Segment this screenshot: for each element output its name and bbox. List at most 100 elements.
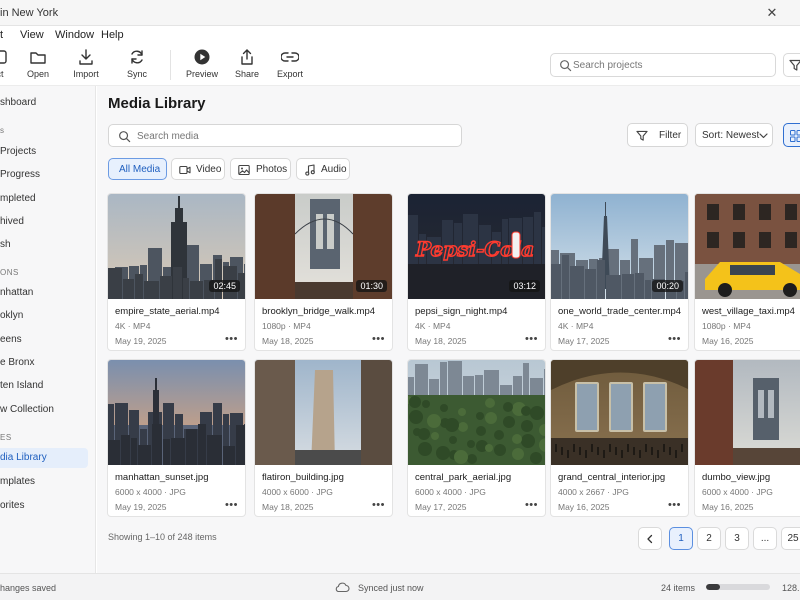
media-date: May 19, 2025 <box>115 336 167 346</box>
more-options-icon[interactable]: ••• <box>525 333 538 345</box>
sidebar-item-brooklyn[interactable]: oklyn <box>0 306 88 326</box>
media-thumbnail[interactable] <box>255 360 392 465</box>
menu-item-file[interactable]: t <box>0 29 3 41</box>
media-meta: 4K · MP4 <box>115 321 151 331</box>
media-date: May 17, 2025 <box>558 336 610 346</box>
window-title: in New York <box>0 7 59 19</box>
prev-page-button[interactable] <box>638 527 662 550</box>
sidebar-item-the-bronx[interactable]: e Bronx <box>0 353 88 373</box>
sort-dropdown[interactable]: Sort: Newest <box>695 123 773 147</box>
chip-audio[interactable]: Audio <box>296 158 350 180</box>
media-card[interactable]: grand_central_interior.jpg 4000 x 2667 · … <box>550 359 689 517</box>
close-window-icon[interactable]: ✕ <box>762 5 782 21</box>
sidebar-item-queens[interactable]: eens <box>0 330 88 350</box>
media-date: May 18, 2025 <box>262 502 314 512</box>
project-search-input[interactable]: Search projects <box>550 53 776 77</box>
media-date: May 17, 2025 <box>415 502 467 512</box>
media-card[interactable]: 02:45 empire_state_aerial.mp4 4K · MP4 May … <box>107 193 246 351</box>
media-filename: central_park_aerial.jpg <box>415 472 512 483</box>
media-card[interactable]: 00:20 one_world_trade_center.mp4 4K · MP4 M… <box>550 193 689 351</box>
media-date: May 18, 2025 <box>262 336 314 346</box>
chip-photos[interactable]: Photos <box>230 158 291 180</box>
media-filename: dumbo_view.jpg <box>702 472 771 483</box>
page-button-3[interactable]: 3 <box>725 527 749 550</box>
sidebar-item-dashboard[interactable]: shboard <box>0 93 88 113</box>
sidebar-item-in-progress[interactable]: Progress <box>0 165 88 185</box>
media-card[interactable]: flatiron_building.jpg 4000 x 6000 · JPG Ma… <box>254 359 393 517</box>
chip-video[interactable]: Video <box>171 158 225 180</box>
sidebar-item-trash[interactable]: sh <box>0 235 88 255</box>
sidebar-item-archived[interactable]: hived <box>0 212 88 232</box>
media-thumbnail[interactable] <box>695 194 800 299</box>
sidebar-item-completed[interactable]: mpleted <box>0 189 88 209</box>
media-thumbnail[interactable] <box>551 360 688 465</box>
cloud-icon <box>335 582 350 593</box>
sort-dropdown-label: Sort: Newest <box>702 130 760 141</box>
grid-icon <box>790 130 800 142</box>
media-card[interactable]: west_village_taxi.mp4 1080p · MP4 May 16, … <box>694 193 800 351</box>
media-filename: manhattan_sunset.jpg <box>115 472 209 483</box>
duration-badge: 00:20 <box>652 280 683 292</box>
media-card[interactable]: 01:30 brooklyn_bridge_walk.mp4 1080p · MP4… <box>254 193 393 351</box>
page-title: Media Library <box>108 95 206 112</box>
media-thumbnail[interactable] <box>108 360 245 465</box>
sidebar-section-header: s <box>0 126 5 135</box>
media-card[interactable]: central_park_aerial.jpg 6000 x 4000 · JPG… <box>407 359 546 517</box>
project-filter-button[interactable] <box>783 53 800 77</box>
duration-badge: 02:45 <box>209 280 240 292</box>
more-options-icon[interactable]: ••• <box>372 333 385 345</box>
media-card[interactable]: dumbo_view.jpg 6000 x 4000 · JPG May 16, 2… <box>694 359 800 517</box>
photo-icon <box>238 164 250 176</box>
sync-icon <box>131 50 143 64</box>
more-options-icon[interactable]: ••• <box>225 499 238 511</box>
search-icon <box>119 131 131 143</box>
media-search-placeholder: Search media <box>137 131 199 142</box>
folder-icon <box>30 52 46 64</box>
media-date: May 16, 2025 <box>702 502 754 512</box>
sync-button[interactable]: Sync <box>112 48 162 79</box>
media-thumbnail[interactable] <box>408 360 545 465</box>
media-filename: one_world_trade_center.mp4 <box>558 306 682 317</box>
sidebar-item-templates[interactable]: mplates <box>0 472 88 492</box>
menu-item-view[interactable]: View <box>20 29 44 41</box>
chevron-left-icon <box>647 534 653 544</box>
preview-button[interactable]: Preview <box>177 48 227 79</box>
sidebar: shboard s Projects Progress mpleted hive… <box>0 86 96 573</box>
video-icon <box>179 165 191 175</box>
more-options-icon[interactable]: ••• <box>225 333 238 345</box>
sidebar-item-new-collection[interactable]: w Collection <box>0 400 88 420</box>
more-options-icon[interactable]: ••• <box>372 499 385 511</box>
new-project-icon <box>0 50 7 64</box>
sidebar-item-staten-island[interactable]: ten Island <box>0 376 88 396</box>
chip-all-media[interactable]: All Media <box>108 158 167 180</box>
open-button[interactable]: Open <box>13 48 63 79</box>
media-filename: grand_central_interior.jpg <box>558 472 666 483</box>
media-search-input[interactable]: Search media <box>108 124 462 147</box>
filter-button[interactable]: Filter <box>627 123 688 147</box>
sidebar-item-all-projects[interactable]: Projects <box>0 142 88 162</box>
sidebar-item-media-library[interactable]: dia Library <box>0 448 88 468</box>
page-button-25[interactable]: 25 <box>781 527 800 550</box>
menu-item-help[interactable]: Help <box>101 29 124 41</box>
media-meta: 6000 x 4000 · JPG <box>702 487 773 497</box>
more-options-icon[interactable]: ••• <box>668 499 681 511</box>
more-options-icon[interactable]: ••• <box>525 499 538 511</box>
media-thumbnail[interactable] <box>695 360 800 465</box>
media-card[interactable]: manhattan_sunset.jpg 6000 x 4000 · JPG May… <box>107 359 246 517</box>
media-filename: flatiron_building.jpg <box>262 472 344 483</box>
page-button-1[interactable]: 1 <box>669 527 693 550</box>
media-card[interactable]: Pepsi-Cola 03:12 pepsi_sign_night.mp4 4K · … <box>407 193 546 351</box>
sidebar-item-manhattan[interactable]: nhattan <box>0 283 88 303</box>
page-button-2[interactable]: 2 <box>697 527 721 550</box>
sidebar-item-favorites[interactable]: orites <box>0 496 88 516</box>
import-button[interactable]: Import <box>61 48 111 79</box>
media-date: May 18, 2025 <box>415 336 467 346</box>
export-icon <box>281 52 299 62</box>
more-options-icon[interactable]: ••• <box>668 333 681 345</box>
media-date: May 16, 2025 <box>558 502 610 512</box>
grid-view-button[interactable] <box>783 123 800 147</box>
export-button[interactable]: Export <box>265 48 315 79</box>
duration-badge: 03:12 <box>509 280 540 292</box>
menu-item-window[interactable]: Window <box>55 29 94 41</box>
status-bar: hanges saved Synced just now 24 items 12… <box>0 573 800 600</box>
